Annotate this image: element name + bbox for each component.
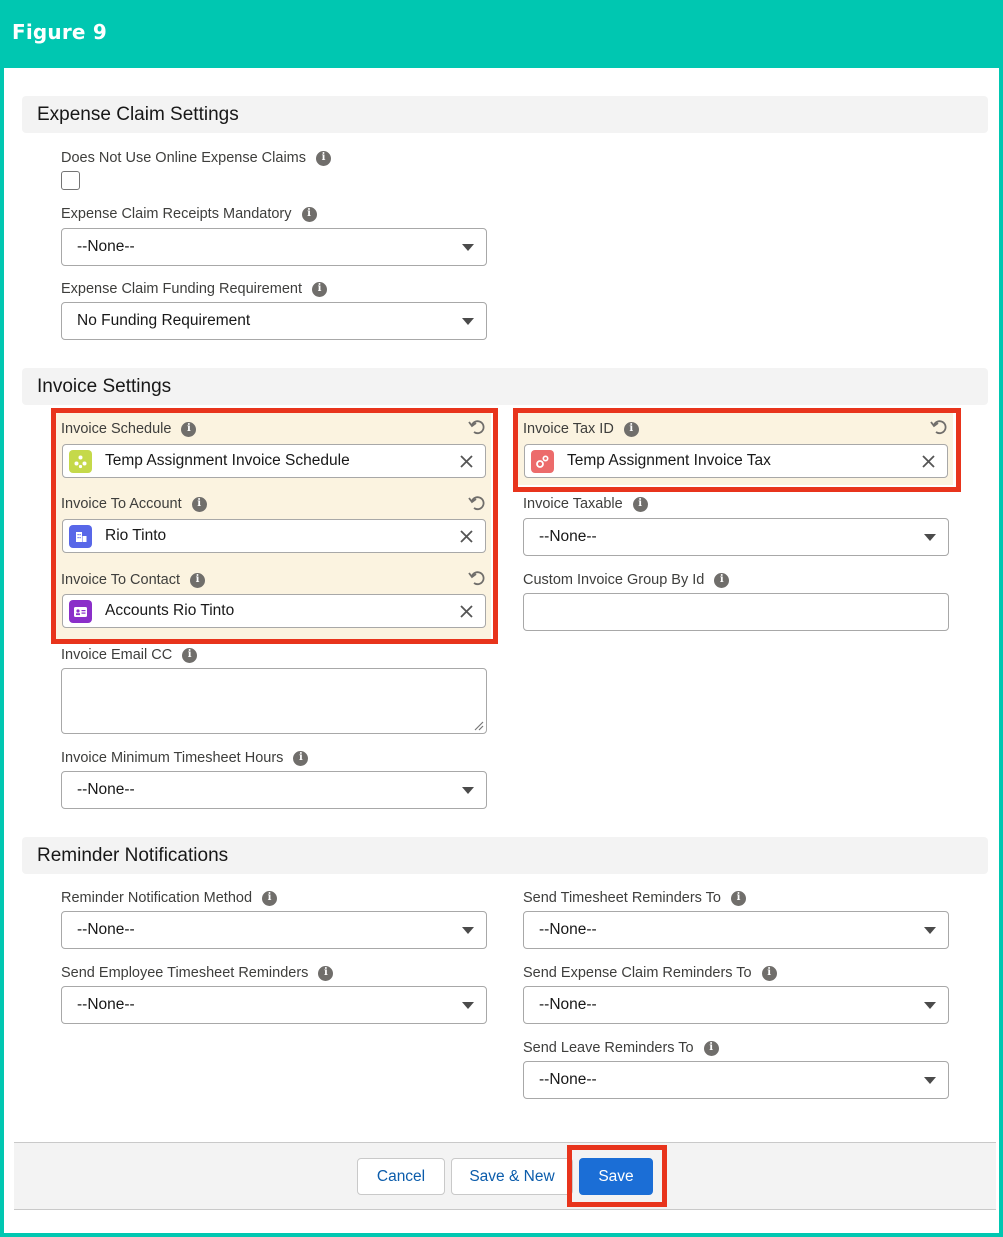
field-label-custom-invoice-group: Custom Invoice Group By Id i [523,572,730,588]
timesheet-reminders-to-select[interactable]: --None-- [523,911,949,949]
highlight-box [513,408,961,492]
chevron-down-icon [462,927,474,934]
info-icon[interactable]: i [293,750,309,766]
cancel-button[interactable]: Cancel [357,1158,445,1195]
field-label-invoice-email-cc: Invoice Email CC i [61,647,198,663]
does-not-use-online-claims-checkbox[interactable] [61,171,80,190]
chevron-down-icon [924,1002,936,1009]
chevron-down-icon [924,1077,936,1084]
info-icon[interactable]: i [731,890,747,906]
chevron-down-icon [462,787,474,794]
resize-handle-icon[interactable] [472,719,484,731]
info-icon[interactable]: i [632,496,648,512]
chevron-down-icon [462,318,474,325]
field-label-leave-reminders-to: Send Leave Reminders To i [523,1040,719,1056]
chevron-down-icon [462,1002,474,1009]
field-label-receipts-mandatory: Expense Claim Receipts Mandatory i [61,206,317,222]
highlight-box [51,408,498,644]
info-icon[interactable]: i [703,1040,719,1056]
reminder-method-select[interactable]: --None-- [61,911,487,949]
figure-title: Figure 9 [12,20,107,44]
info-icon[interactable]: i [761,965,777,981]
section-title: Invoice Settings [37,376,172,397]
custom-invoice-group-input[interactable] [523,593,949,631]
section-title: Expense Claim Settings [37,104,239,125]
footer-divider [14,1142,996,1143]
invoice-email-cc-textarea[interactable] [61,668,487,734]
expense-reminders-to-select[interactable]: --None-- [523,986,949,1024]
field-label-expense-reminders-to: Send Expense Claim Reminders To i [523,965,777,981]
info-icon[interactable]: i [316,150,331,166]
info-icon[interactable]: i [714,572,730,588]
field-label-timesheet-reminders-to: Send Timesheet Reminders To i [523,890,747,906]
info-icon[interactable]: i [262,890,278,906]
receipts-mandatory-select[interactable]: --None-- [61,228,487,266]
chevron-down-icon [924,927,936,934]
field-label-invoice-taxable: Invoice Taxable i [523,496,648,512]
send-employee-timesheet-select[interactable]: --None-- [61,986,487,1024]
leave-reminders-to-select[interactable]: --None-- [523,1061,949,1099]
save-and-new-button[interactable]: Save & New [451,1158,573,1195]
field-label-funding-requirement: Expense Claim Funding Requirement i [61,281,327,297]
invoice-min-hours-select[interactable]: --None-- [61,771,487,809]
section-header-reminders[interactable]: Reminder Notifications [22,837,988,874]
section-header-invoice[interactable]: Invoice Settings [22,368,988,405]
info-icon[interactable]: i [182,647,198,663]
chevron-down-icon [924,534,936,541]
chevron-down-icon [462,244,474,251]
field-label-invoice-min-hours: Invoice Minimum Timesheet Hours i [61,750,309,766]
field-label-reminder-method: Reminder Notification Method i [61,890,278,906]
field-label-send-employee-timesheet: Send Employee Timesheet Reminders i [61,965,334,981]
invoice-taxable-select[interactable]: --None-- [523,518,949,556]
footer-divider [14,1209,996,1210]
info-icon[interactable]: i [301,206,317,222]
funding-requirement-select[interactable]: No Funding Requirement [61,302,487,340]
highlight-box [567,1145,667,1207]
info-icon[interactable]: i [318,965,334,981]
section-header-expense[interactable]: Expense Claim Settings [22,96,988,133]
field-label-does-not-use-online-claims: Does Not Use Online Expense Claims i [61,150,331,166]
info-icon[interactable]: i [312,281,327,297]
section-title: Reminder Notifications [37,845,229,866]
